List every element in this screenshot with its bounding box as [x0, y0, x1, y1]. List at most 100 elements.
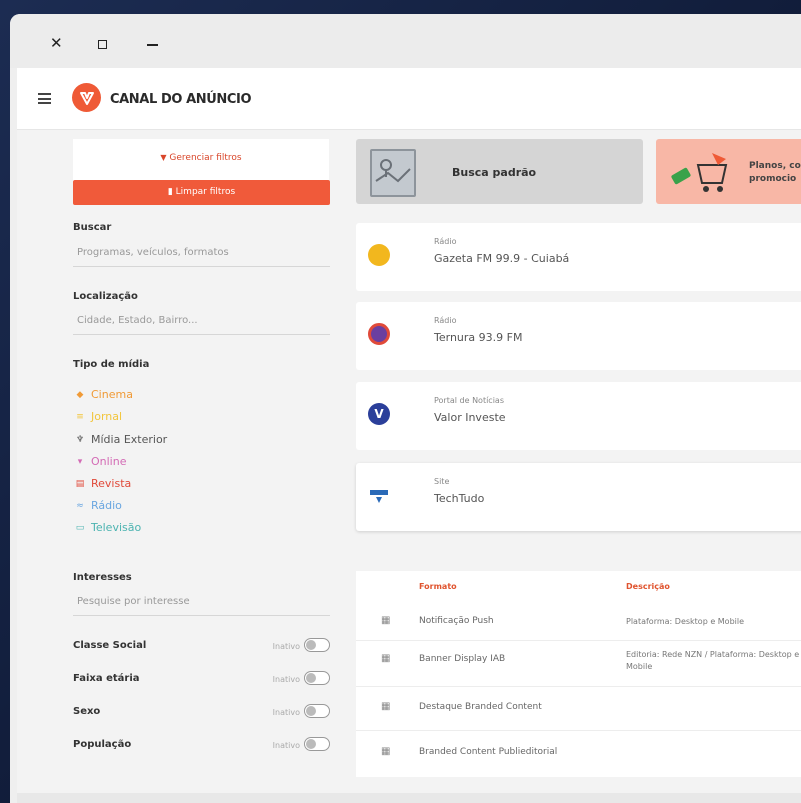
- media-type-label: Revista: [91, 477, 132, 490]
- site-header: CANAL DO ANÚNCIO: [17, 68, 801, 130]
- format-icon: ▦: [381, 746, 391, 757]
- interests-input[interactable]: Pesquise por interesse: [73, 592, 330, 616]
- toggle-switch[interactable]: [304, 737, 330, 751]
- format-description: Plataforma: Desktop e Mobile: [626, 617, 745, 626]
- app-window: ✕ CANAL DO ANÚNCIO ▼ Gerenciar filtros ▮…: [10, 14, 801, 803]
- media-card[interactable]: Rádio Ternura 93.9 FM: [356, 302, 801, 370]
- trash-icon: ▮: [167, 187, 173, 197]
- format-icon: ▦: [381, 615, 391, 626]
- toggle-state: Inativo: [272, 708, 300, 717]
- toggle-populacao[interactable]: População Inativo: [73, 737, 330, 753]
- media-type-label: Mídia Exterior: [91, 433, 168, 446]
- title-bar: ✕: [10, 14, 801, 68]
- media-type-title: Tipo de mídia: [73, 359, 150, 370]
- cart-icon: [668, 151, 736, 195]
- card-type: Site: [434, 477, 450, 486]
- toggle-switch[interactable]: [304, 704, 330, 718]
- page-content: CANAL DO ANÚNCIO ▼ Gerenciar filtros ▮ L…: [17, 68, 801, 803]
- media-type-label: Jornal: [91, 410, 123, 423]
- toggle-classe-social[interactable]: Classe Social Inativo: [73, 638, 330, 654]
- description-column-header: Descrição: [626, 582, 670, 591]
- online-icon: ▾: [77, 456, 83, 467]
- card-type: Rádio: [434, 237, 457, 246]
- format-name: Banner Display IAB: [419, 654, 506, 664]
- toggle-label: Classe Social: [73, 640, 147, 651]
- toggle-label: Sexo: [73, 706, 101, 717]
- plans-label-2: promocio: [749, 174, 797, 184]
- radio-icon: ≈: [76, 500, 84, 511]
- format-name: Destaque Branded Content: [419, 702, 542, 712]
- format-name: Branded Content Publieditorial: [419, 747, 558, 757]
- toggle-switch[interactable]: [304, 638, 330, 652]
- media-card[interactable]: Rádio Gazeta FM 99.9 - Cuiabá: [356, 223, 801, 291]
- format-row[interactable]: ▦ Destaque Branded Content: [356, 687, 801, 731]
- card-type: Portal de Notícias: [434, 396, 504, 405]
- location-title: Localização: [73, 291, 138, 302]
- filter-icon: ▼: [160, 153, 167, 162]
- tv-icon: ▭: [75, 522, 85, 533]
- format-icon: ▦: [381, 701, 391, 712]
- toggle-state: Inativo: [272, 741, 300, 750]
- valor-logo-icon: V: [368, 403, 390, 425]
- logo-text[interactable]: CANAL DO ANÚNCIO: [110, 92, 252, 107]
- format-description: Editoria: Rede NZN / Plataforma: Desktop…: [626, 650, 800, 671]
- media-type-radio[interactable]: ≈ Rádio: [75, 499, 122, 512]
- format-column-header: Formato: [419, 582, 457, 591]
- map-icon: [370, 149, 416, 197]
- clear-filters-button[interactable]: ▮ Limpar filtros: [73, 180, 330, 205]
- toggle-faixa-etaria[interactable]: Faixa etária Inativo: [73, 671, 330, 687]
- manage-filters-link[interactable]: ▼ Gerenciar filtros: [73, 153, 329, 163]
- media-type-label: Cinema: [91, 388, 133, 401]
- format-row[interactable]: ▦ Notificação Push Plataforma: Desktop e…: [356, 603, 801, 641]
- toggle-label: População: [73, 739, 132, 750]
- clear-filters-label: Limpar filtros: [175, 187, 236, 197]
- plans-label-1: Planos, co: [749, 161, 801, 171]
- logo-icon[interactable]: [72, 83, 101, 112]
- maximize-icon[interactable]: [98, 40, 107, 49]
- toggle-label: Faixa etária: [73, 673, 140, 684]
- formats-table: Formato Descrição ▦ Notificação Push Pla…: [356, 571, 801, 777]
- location-input[interactable]: Cidade, Estado, Bairro...: [73, 311, 330, 335]
- search-title: Buscar: [73, 222, 112, 233]
- toggle-sexo[interactable]: Sexo Inativo: [73, 704, 330, 720]
- card-type: Rádio: [434, 316, 457, 325]
- manage-filters-box[interactable]: ▼ Gerenciar filtros: [73, 139, 329, 181]
- media-type-cinema[interactable]: ◆ Cinema: [75, 388, 133, 401]
- toggle-state: Inativo: [272, 675, 300, 684]
- media-type-online[interactable]: ▾ Online: [75, 455, 127, 468]
- search-input[interactable]: Programas, veículos, formatos: [73, 243, 330, 267]
- results-area: Busca padrão Planos, co promocio Rádio G…: [356, 131, 801, 803]
- media-type-label: Online: [91, 455, 127, 468]
- gazeta-logo-icon: [368, 244, 390, 266]
- media-type-revista[interactable]: ▤ Revista: [75, 477, 132, 490]
- card-name: Valor Investe: [434, 411, 506, 424]
- billboard-icon: ♆: [75, 434, 85, 445]
- format-icon: ▦: [381, 653, 391, 664]
- plans-banner[interactable]: Planos, co promocio: [656, 139, 801, 204]
- format-row[interactable]: ▦ Branded Content Publieditorial: [356, 731, 801, 773]
- media-card[interactable]: V Portal de Notícias Valor Investe: [356, 382, 801, 450]
- filters-sidebar: ▼ Gerenciar filtros ▮ Limpar filtros Bus…: [62, 131, 330, 803]
- minimize-icon[interactable]: [147, 44, 158, 46]
- cinema-icon: ◆: [76, 389, 84, 400]
- default-search-banner[interactable]: Busca padrão: [356, 139, 643, 204]
- toggle-state: Inativo: [272, 642, 300, 651]
- close-icon[interactable]: ✕: [50, 36, 63, 51]
- media-type-midia-exterior[interactable]: ♆ Mídia Exterior: [75, 433, 167, 446]
- default-search-label: Busca padrão: [452, 166, 537, 179]
- card-name: Gazeta FM 99.9 - Cuiabá: [434, 252, 570, 265]
- media-type-label: Televisão: [91, 521, 142, 534]
- format-row[interactable]: ▦ Banner Display IAB Editoria: Rede NZN …: [356, 641, 801, 687]
- toggle-switch[interactable]: [304, 671, 330, 685]
- menu-icon[interactable]: [38, 93, 51, 107]
- card-name: Ternura 93.9 FM: [434, 331, 523, 344]
- interests-title: Interesses: [73, 572, 132, 583]
- media-type-televisao[interactable]: ▭ Televisão: [75, 521, 141, 534]
- manage-filters-label: Gerenciar filtros: [169, 153, 242, 163]
- media-card-selected[interactable]: Site TechTudo: [356, 463, 801, 531]
- media-type-jornal[interactable]: ≡ Jornal: [75, 410, 122, 423]
- horizontal-scrollbar[interactable]: [17, 793, 801, 803]
- magazine-icon: ▤: [75, 478, 85, 489]
- ternura-logo-icon: [368, 323, 390, 345]
- format-name: Notificação Push: [419, 616, 494, 626]
